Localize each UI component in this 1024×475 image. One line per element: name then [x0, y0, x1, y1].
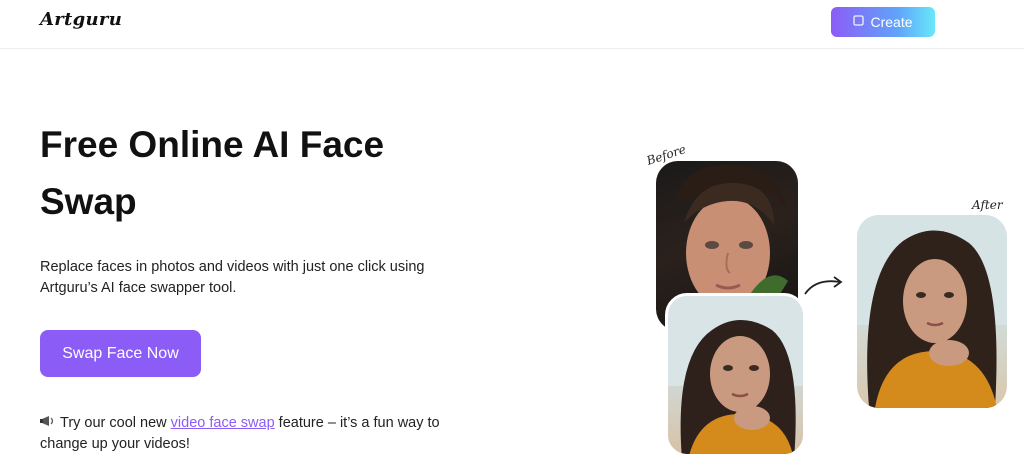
- create-button[interactable]: Create: [831, 7, 935, 37]
- megaphone-icon: [40, 413, 56, 434]
- top-nav: Artguru Create: [0, 0, 1024, 49]
- source-face-photo: [665, 293, 806, 457]
- swap-face-now-label: Swap Face Now: [62, 344, 179, 362]
- hero-description: Replace faces in photos and videos with …: [40, 259, 425, 296]
- swap-face-now-button[interactable]: Swap Face Now: [40, 330, 201, 377]
- page-title: Free Online AI Face Swap: [40, 124, 385, 222]
- logo[interactable]: Artguru: [40, 9, 122, 30]
- arrow-right-icon: [802, 274, 846, 303]
- after-face-photo: [857, 215, 1007, 408]
- promo-text-before: Try our cool new: [60, 415, 171, 431]
- promo-text: Try our cool new video face swap feature…: [40, 413, 480, 455]
- plus-icon: [853, 15, 865, 29]
- after-label: After: [972, 198, 1003, 212]
- create-button-label: Create: [870, 14, 913, 30]
- video-face-swap-link[interactable]: video face swap: [171, 415, 275, 431]
